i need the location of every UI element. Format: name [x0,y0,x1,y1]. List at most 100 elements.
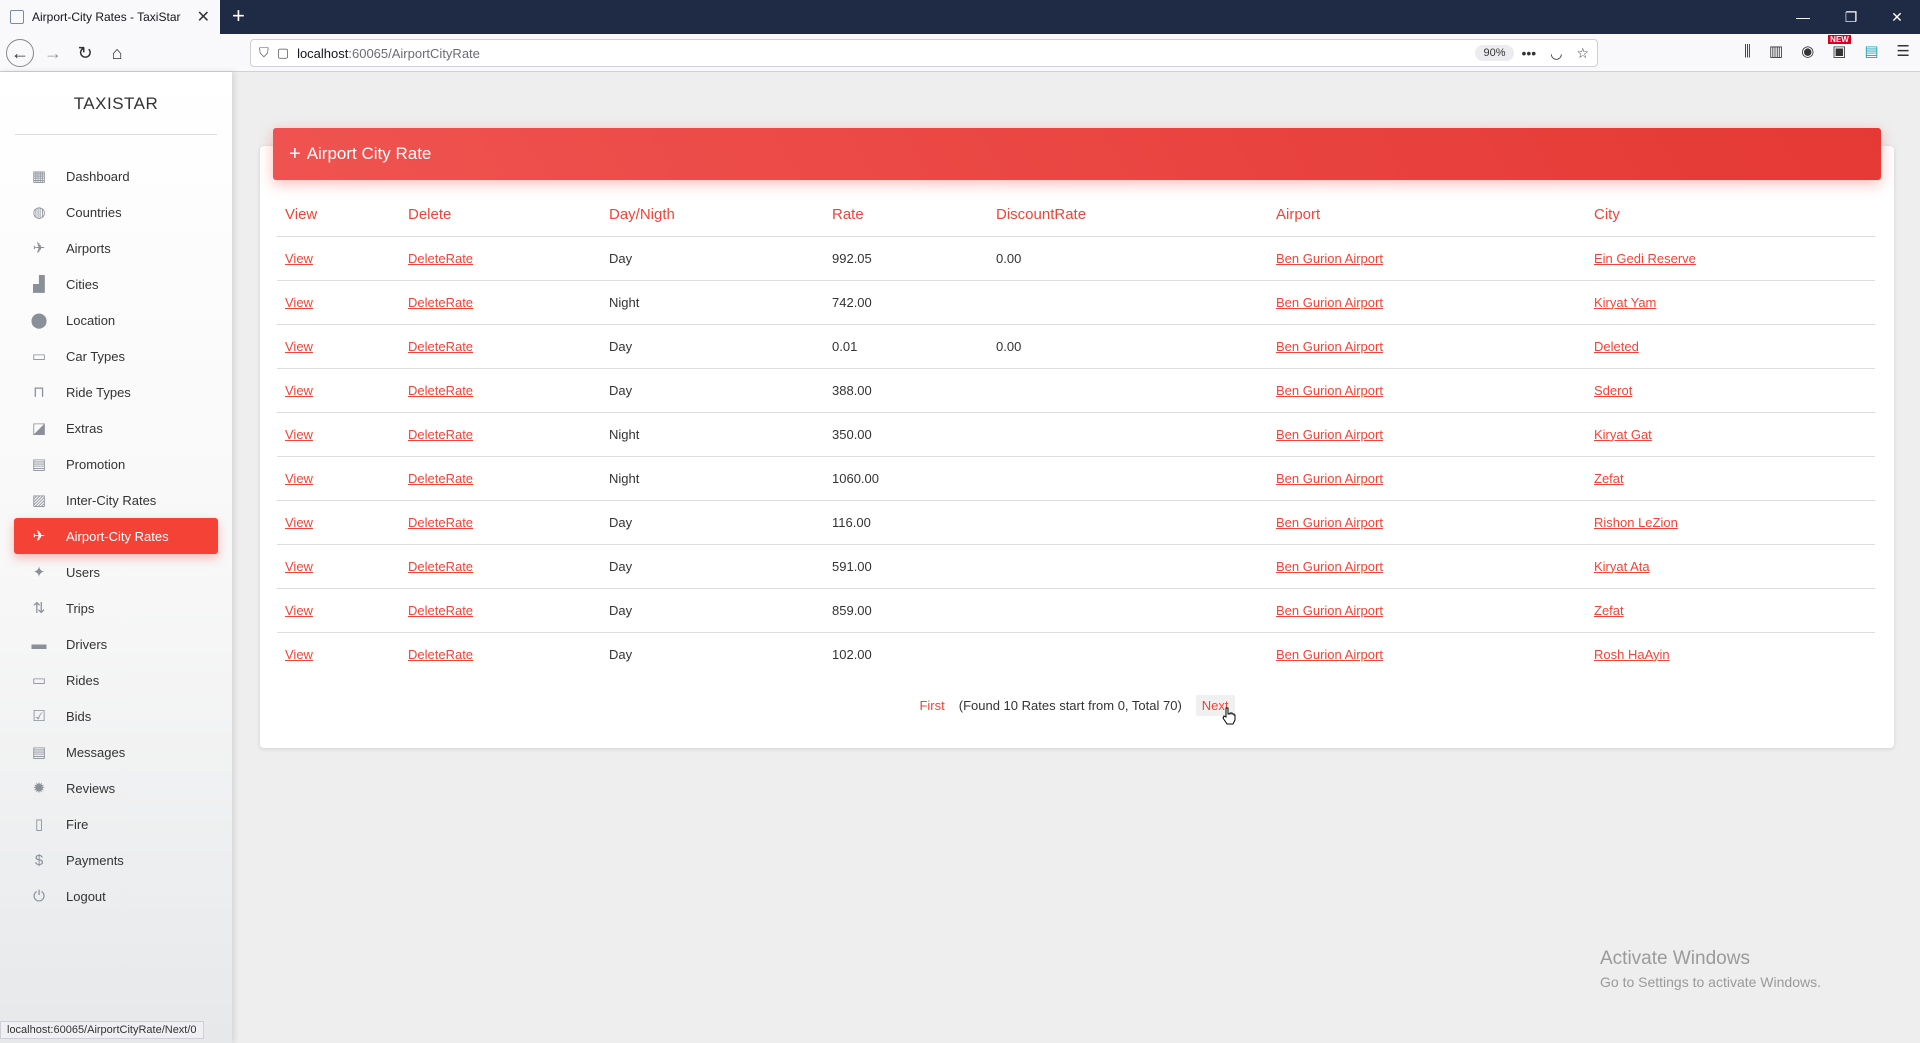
url-bar[interactable]: ⛉ ▢ localhost:60065/AirportCityRate 90% … [250,39,1598,67]
sidebar-item-extras[interactable]: ◪ Extras [14,410,218,446]
sidebar-item-ride-types[interactable]: ⊓ Ride Types [14,374,218,410]
add-airport-city-rate-button[interactable]: + Airport City Rate [273,128,1881,180]
more-actions-icon[interactable]: ••• [1522,45,1537,62]
airport-link[interactable]: Ben Gurion Airport [1276,295,1383,310]
sidebar-item-label: Reviews [66,780,116,796]
table-cell: 0.00 [988,236,1268,281]
city-link[interactable]: Zefat [1594,603,1624,618]
sidebar-item-airport-city-rates[interactable]: ✈ Airport-City Rates [14,518,218,554]
delete-rate-link[interactable]: DeleteRate [408,339,473,354]
airport-link[interactable]: Ben Gurion Airport [1276,559,1383,574]
view-link[interactable]: View [285,515,313,530]
home-icon[interactable]: ⌂ [104,41,130,65]
delete-rate-link[interactable]: DeleteRate [408,647,473,662]
airport-link[interactable]: Ben Gurion Airport [1276,427,1383,442]
city-link[interactable]: Kiryat Ata [1594,559,1650,574]
close-window-icon[interactable]: ✕ [1874,0,1920,34]
sidebar-item-logout[interactable]: ⏻ Logout [14,878,218,914]
airport-link[interactable]: Ben Gurion Airport [1276,339,1383,354]
plus-icon: + [289,143,301,165]
extension-icon[interactable]: ▣ NEW [1828,35,1851,60]
table-cell: View [277,500,400,545]
menu-icon[interactable]: ☰ [1897,42,1910,60]
table-cell: Ben Gurion Airport [1268,412,1586,457]
city-link[interactable]: Ein Gedi Reserve [1594,251,1696,266]
sidebar-item-messages[interactable]: ▤ Messages [14,734,218,770]
sidebar-item-users[interactable]: ✦ Users [14,554,218,590]
account-icon[interactable]: ◉ [1801,42,1814,60]
brand-logo-text[interactable]: TAXISTAR [0,94,232,114]
sidebar-item-payments[interactable]: $ Payments [14,842,218,878]
city-link[interactable]: Zefat [1594,471,1624,486]
table-cell: Ben Gurion Airport [1268,280,1586,325]
city-link[interactable]: Kiryat Yam [1594,295,1656,310]
airport-link[interactable]: Ben Gurion Airport [1276,251,1383,266]
close-tab-icon[interactable]: ✕ [197,7,210,27]
delete-rate-link[interactable]: DeleteRate [408,251,473,266]
city-link[interactable]: Rishon LeZion [1594,515,1678,530]
forward-icon[interactable]: → [40,41,66,65]
sidebar-item-location[interactable]: ⬤ Location [14,302,218,338]
zoom-level[interactable]: 90% [1475,45,1514,61]
sidebar-item-reviews[interactable]: ✹ Reviews [14,770,218,806]
delete-rate-link[interactable]: DeleteRate [408,515,473,530]
view-link[interactable]: View [285,471,313,486]
back-icon[interactable]: ← [6,39,34,67]
delete-rate-link[interactable]: DeleteRate [408,603,473,618]
view-link[interactable]: View [285,295,313,310]
view-link[interactable]: View [285,647,313,662]
delete-rate-link[interactable]: DeleteRate [408,427,473,442]
reload-icon[interactable]: ↻ [72,41,98,65]
browser-tab[interactable]: Airport-City Rates - TaxiStar ✕ [0,0,220,34]
page-info-icon[interactable]: ▢ [277,45,289,61]
view-link[interactable]: View [285,251,313,266]
view-link[interactable]: View [285,427,313,442]
airport-link[interactable]: Ben Gurion Airport [1276,647,1383,662]
sidebar-item-cities[interactable]: ▟ Cities [14,266,218,302]
table-cell: 992.05 [824,236,988,281]
sidebar-item-car-types[interactable]: ▭ Car Types [14,338,218,374]
sidebar-item-label: Extras [66,420,103,436]
sidebar-item-inter-city-rates[interactable]: ▨ Inter-City Rates [14,482,218,518]
sidebar-item-countries[interactable]: ◍ Countries [14,194,218,230]
sidebar-item-promotion[interactable]: ▤ Promotion [14,446,218,482]
view-link[interactable]: View [285,383,313,398]
discount-rate-cell: 0.00 [996,338,1022,354]
bookmark-star-icon[interactable]: ☆ [1576,45,1589,62]
shield-icon[interactable]: ⛉ [259,45,269,61]
delete-rate-link[interactable]: DeleteRate [408,471,473,486]
first-page-link[interactable]: First [919,698,944,713]
city-link[interactable]: Deleted [1594,339,1639,354]
url-text[interactable]: localhost:60065/AirportCityRate [297,46,1467,61]
view-link[interactable]: View [285,559,313,574]
airport-link[interactable]: Ben Gurion Airport [1276,603,1383,618]
city-link[interactable]: Sderot [1594,383,1632,398]
sidebar-item-trips[interactable]: ⇅ Trips [14,590,218,626]
sidebar-item-fire[interactable]: ▯ Fire [14,806,218,842]
view-link[interactable]: View [285,603,313,618]
sidebar-item-dashboard[interactable]: ▦ Dashboard [14,158,218,194]
table-cell: Kiryat Yam [1586,280,1875,325]
city-link[interactable]: Kiryat Gat [1594,427,1652,442]
city-link[interactable]: Rosh HaAyin [1594,647,1670,662]
airport-link[interactable]: Ben Gurion Airport [1276,515,1383,530]
new-tab-icon[interactable]: + [232,4,245,28]
pocket-icon[interactable]: ◡ [1550,45,1562,62]
restore-icon[interactable]: ❐ [1828,0,1874,34]
delete-rate-link[interactable]: DeleteRate [408,559,473,574]
table-cell: DeleteRate [400,368,601,413]
sidebar-item-label: Airport-City Rates [66,528,169,544]
day-night-cell: Day [609,514,633,530]
view-link[interactable]: View [285,339,313,354]
library-icon[interactable]: ⫼ [1744,43,1751,60]
sidebar-item-rides[interactable]: ▭ Rides [14,662,218,698]
save-icon[interactable]: ▤ [1864,42,1878,60]
minimize-icon[interactable]: — [1780,0,1826,34]
airport-link[interactable]: Ben Gurion Airport [1276,383,1383,398]
delete-rate-link[interactable]: DeleteRate [408,295,473,310]
sidebar-item-airports[interactable]: ✈ Airports [14,230,218,266]
sidebar-item-drivers[interactable]: ▬ Drivers [14,626,218,662]
delete-rate-link[interactable]: DeleteRate [408,383,473,398]
sidebar-toggle-icon[interactable]: ▥ [1769,42,1783,60]
airport-link[interactable]: Ben Gurion Airport [1276,471,1383,486]
